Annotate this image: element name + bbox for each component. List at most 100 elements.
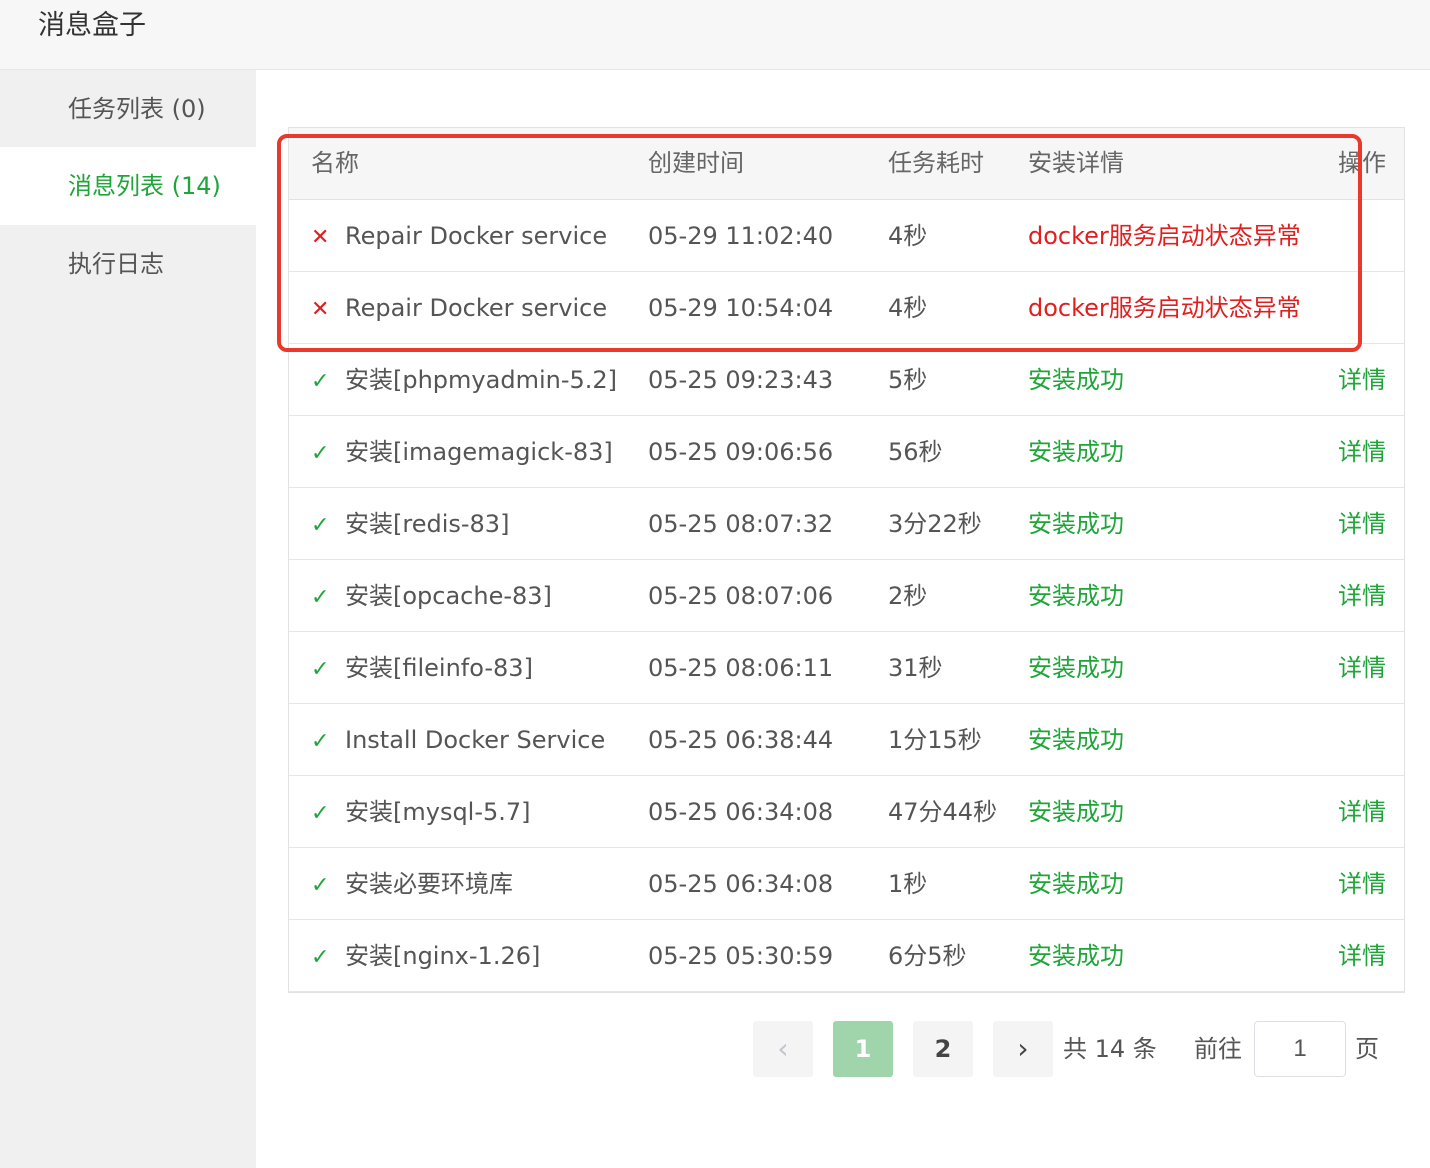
sidebar-item-message-list[interactable]: 消息列表 (14) (0, 147, 256, 225)
success-check-icon: ✓ (311, 657, 330, 682)
created-time: 05-25 06:38:44 (648, 726, 834, 754)
detail-link[interactable]: 详情 (1338, 488, 1404, 560)
task-duration: 2秒 (888, 582, 928, 610)
success-check-icon: ✓ (311, 873, 330, 898)
table-header: 名称 创建时间 任务耗时 安装详情 操作 (289, 128, 1404, 200)
next-page-button[interactable]: › (993, 1021, 1053, 1077)
task-name: 安装[redis-83] (345, 510, 510, 538)
created-time: 05-25 06:34:08 (648, 798, 834, 826)
detail-link (1338, 200, 1404, 272)
detail-link[interactable]: 详情 (1338, 632, 1404, 704)
goto-label: 前往 (1194, 1035, 1242, 1063)
success-check-icon: ✓ (311, 513, 330, 538)
success-check-icon: ✓ (311, 585, 330, 610)
detail-link[interactable]: 详情 (1338, 416, 1404, 488)
task-name: Repair Docker service (345, 222, 608, 250)
table-row: ✓ 安装[mysql-5.7] 05-25 06:34:08 47分44秒 安装成功 详情 (289, 776, 1404, 848)
table-row: ✕ Repair Docker service 05-29 11:02:40 4秒 do… (289, 200, 1404, 272)
table-row: ✓ 安装[opcache-83] 05-25 08:07:06 2秒 安装成功 详情 (289, 560, 1404, 632)
install-detail: 安装成功 (1028, 654, 1124, 682)
row-name-cell: ✓ 安装必要环境库 (311, 848, 641, 920)
title-bar: 消息盒子 (0, 0, 1430, 70)
table-row: ✓ 安装[imagemagick-83] 05-25 09:06:56 56秒 安装成功… (289, 416, 1404, 488)
task-name: Repair Docker service (345, 294, 608, 322)
detail-link[interactable]: 详情 (1338, 848, 1404, 920)
task-name: 安装[nginx-1.26] (345, 942, 541, 970)
task-duration: 47分44秒 (888, 798, 998, 826)
task-duration: 6分5秒 (888, 942, 967, 970)
task-name: 安装必要环境库 (345, 870, 513, 898)
install-detail: 安装成功 (1028, 582, 1124, 610)
row-name-cell: ✓ 安装[redis-83] (311, 488, 641, 560)
table-row: ✓ 安装[nginx-1.26] 05-25 05:30:59 6分5秒 安装成功 详情 (289, 920, 1404, 992)
sidebar-item-task-list[interactable]: 任务列表 (0) (0, 70, 256, 148)
goto-page-input[interactable] (1254, 1021, 1346, 1077)
header-name: 名称 (311, 149, 359, 177)
table-row: ✓ 安装必要环境库 05-25 06:34:08 1秒 安装成功 详情 (289, 848, 1404, 920)
task-name: 安装[phpmyadmin-5.2] (345, 366, 618, 394)
install-detail: docker服务启动状态异常 (1028, 222, 1301, 250)
row-name-cell: ✕ Repair Docker service (311, 272, 641, 344)
created-time: 05-25 09:06:56 (648, 438, 834, 466)
created-time: 05-29 11:02:40 (648, 222, 834, 250)
task-name: 安装[fileinfo-83] (345, 654, 533, 682)
message-table: 名称 创建时间 任务耗时 安装详情 操作 ✕ Repair Docker serv… (288, 127, 1405, 993)
page-suffix: 页 (1355, 1035, 1379, 1063)
sidebar-item-execution-log[interactable]: 执行日志 (0, 225, 256, 303)
detail-link[interactable]: 详情 (1338, 560, 1404, 632)
detail-link (1338, 272, 1404, 344)
table-row: ✕ Repair Docker service 05-29 10:54:04 4秒 do… (289, 272, 1404, 344)
task-name: Install Docker Service (345, 726, 606, 754)
table-row: ✓ 安装[redis-83] 05-25 08:07:32 3分22秒 安装成功 详情 (289, 488, 1404, 560)
install-detail: 安装成功 (1028, 942, 1124, 970)
row-name-cell: ✓ 安装[fileinfo-83] (311, 632, 641, 704)
task-name: 安装[opcache-83] (345, 582, 552, 610)
created-time: 05-25 08:07:06 (648, 582, 834, 610)
row-name-cell: ✓ 安装[phpmyadmin-5.2] (311, 344, 641, 416)
header-duration: 任务耗时 (888, 149, 984, 177)
table-row: ✓ 安装[phpmyadmin-5.2] 05-25 09:23:43 5秒 安装成功 详… (289, 344, 1404, 416)
detail-link[interactable]: 详情 (1338, 344, 1404, 416)
header-detail: 安装详情 (1028, 149, 1124, 177)
chevron-left-icon: ‹ (777, 1032, 789, 1065)
page-1-button[interactable]: 1 (833, 1021, 893, 1077)
error-x-icon: ✕ (311, 297, 330, 322)
install-detail: 安装成功 (1028, 438, 1124, 466)
install-detail: 安装成功 (1028, 870, 1124, 898)
prev-page-button[interactable]: ‹ (753, 1021, 813, 1077)
install-detail: 安装成功 (1028, 510, 1124, 538)
header-time: 创建时间 (648, 149, 744, 177)
task-duration: 3分22秒 (888, 510, 982, 538)
task-duration: 4秒 (888, 222, 928, 250)
error-x-icon: ✕ (311, 225, 330, 250)
created-time: 05-25 06:34:08 (648, 870, 834, 898)
task-duration: 5秒 (888, 366, 928, 394)
created-time: 05-25 08:06:11 (648, 654, 834, 682)
task-duration: 1秒 (888, 870, 928, 898)
success-check-icon: ✓ (311, 729, 330, 754)
sidebar: 任务列表 (0) 消息列表 (14) 执行日志 (0, 70, 256, 1168)
detail-link[interactable]: 详情 (1338, 920, 1404, 992)
success-check-icon: ✓ (311, 801, 330, 826)
created-time: 05-25 09:23:43 (648, 366, 834, 394)
table-row: ✓ 安装[fileinfo-83] 05-25 08:06:11 31秒 安装成功 详情 (289, 632, 1404, 704)
total-count: 共 14 条 (1063, 1035, 1157, 1063)
install-detail: 安装成功 (1028, 798, 1124, 826)
created-time: 05-25 08:07:32 (648, 510, 834, 538)
table-row: ✓ Install Docker Service 05-25 06:38:44 1分1… (289, 704, 1404, 776)
task-name: 安装[imagemagick-83] (345, 438, 613, 466)
row-name-cell: ✓ 安装[opcache-83] (311, 560, 641, 632)
success-check-icon: ✓ (311, 369, 330, 394)
task-name: 安装[mysql-5.7] (345, 798, 531, 826)
created-time: 05-29 10:54:04 (648, 294, 834, 322)
success-check-icon: ✓ (311, 945, 330, 970)
task-duration: 56秒 (888, 438, 943, 466)
detail-link (1338, 704, 1404, 776)
task-duration: 4秒 (888, 294, 928, 322)
detail-link[interactable]: 详情 (1338, 776, 1404, 848)
task-duration: 1分15秒 (888, 726, 982, 754)
page-2-button[interactable]: 2 (913, 1021, 973, 1077)
row-name-cell: ✓ Install Docker Service (311, 704, 641, 776)
install-detail: 安装成功 (1028, 726, 1124, 754)
success-check-icon: ✓ (311, 441, 330, 466)
